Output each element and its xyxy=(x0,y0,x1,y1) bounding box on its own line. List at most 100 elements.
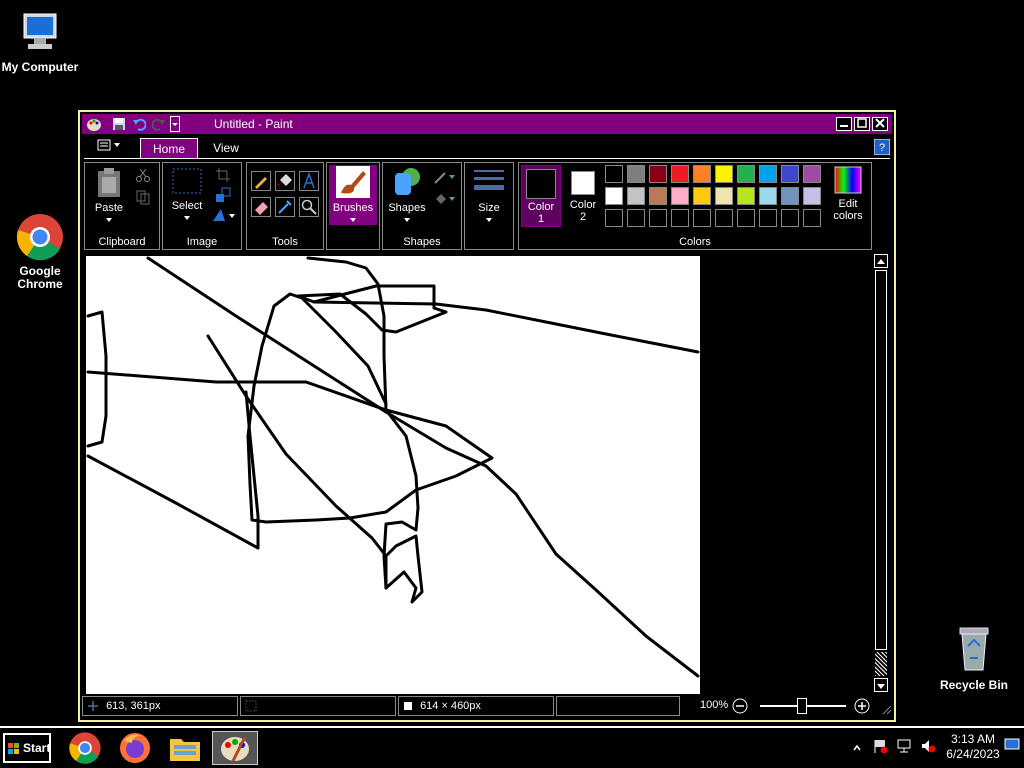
file-size xyxy=(556,696,680,716)
brushes-button[interactable]: Brushes xyxy=(329,165,377,225)
color2-button[interactable]: Color 2 xyxy=(563,165,603,227)
redo-button[interactable] xyxy=(150,115,168,133)
show-desktop-button[interactable] xyxy=(1004,738,1020,757)
palette-custom-slot[interactable] xyxy=(671,209,689,227)
size-button[interactable]: Size xyxy=(469,167,509,226)
taskbar-firefox[interactable] xyxy=(114,731,156,765)
fill-tool[interactable] xyxy=(275,171,295,191)
resize-grip[interactable] xyxy=(880,703,892,718)
start-button[interactable]: Start xyxy=(3,733,51,763)
palette-swatch[interactable] xyxy=(671,187,689,205)
color-picker-tool[interactable] xyxy=(275,197,295,217)
tab-home[interactable]: Home xyxy=(140,138,198,158)
customize-qat-button[interactable] xyxy=(170,116,180,132)
palette-swatch[interactable] xyxy=(759,187,777,205)
eraser-tool[interactable] xyxy=(251,197,271,217)
zoom-slider-thumb[interactable] xyxy=(797,698,807,714)
palette-swatch[interactable] xyxy=(803,187,821,205)
eyedropper-icon xyxy=(278,200,292,214)
cut-button[interactable] xyxy=(135,167,151,188)
fill-icon xyxy=(436,194,455,204)
tray-network[interactable] xyxy=(896,738,912,759)
palette-swatch[interactable] xyxy=(627,187,645,205)
show-hidden-icons-button[interactable] xyxy=(852,740,862,758)
palette-custom-slot[interactable] xyxy=(605,209,623,227)
palette-swatch[interactable] xyxy=(781,187,799,205)
vertical-scrollbar[interactable] xyxy=(874,254,890,694)
taskbar-paint[interactable] xyxy=(212,731,258,765)
drawing-canvas[interactable] xyxy=(86,256,700,694)
palette-swatch[interactable] xyxy=(649,165,667,183)
magnifier-tool[interactable] xyxy=(299,197,319,217)
palette-swatch[interactable] xyxy=(605,165,623,183)
tray-clock[interactable]: 3:13 AM 6/24/2023 xyxy=(940,732,1006,762)
save-button[interactable] xyxy=(110,115,128,133)
palette-custom-slot[interactable] xyxy=(627,209,645,227)
scroll-track[interactable] xyxy=(875,270,887,650)
tab-view[interactable]: View xyxy=(202,138,250,158)
palette-swatch[interactable] xyxy=(737,187,755,205)
paste-button[interactable]: Paste xyxy=(89,167,129,226)
palette-swatch[interactable] xyxy=(671,165,689,183)
close-button[interactable] xyxy=(872,117,888,131)
tray-action-center[interactable] xyxy=(872,738,888,759)
palette-swatch[interactable] xyxy=(715,187,733,205)
outline-button[interactable] xyxy=(433,169,457,190)
file-menu-icon xyxy=(97,139,120,151)
palette-swatch[interactable] xyxy=(649,187,667,205)
edit-colors-button[interactable]: Edit colors xyxy=(825,165,871,222)
desktop-icon-my-computer[interactable]: My Computer xyxy=(0,8,80,74)
undo-button[interactable] xyxy=(130,115,148,133)
eraser-icon xyxy=(255,202,268,215)
group-label: Tools xyxy=(272,236,298,248)
palette-swatch[interactable] xyxy=(737,165,755,183)
taskbar-file-explorer[interactable] xyxy=(164,731,206,765)
palette-custom-slot[interactable] xyxy=(759,209,777,227)
palette-custom-slot[interactable] xyxy=(715,209,733,227)
pencil-tool[interactable] xyxy=(251,171,271,191)
palette-swatch[interactable] xyxy=(781,165,799,183)
chrome-icon xyxy=(69,732,101,764)
tray-volume[interactable] xyxy=(920,738,936,759)
palette-custom-slot[interactable] xyxy=(781,209,799,227)
zoom-in-button[interactable] xyxy=(854,698,870,717)
maximize-button[interactable] xyxy=(854,117,870,131)
desktop-icon-google-chrome[interactable]: Google Chrome xyxy=(0,212,80,291)
zoom-level: 100% xyxy=(700,699,729,711)
palette-custom-slot[interactable] xyxy=(693,209,711,227)
palette-custom-slot[interactable] xyxy=(649,209,667,227)
palette-custom-slot[interactable] xyxy=(803,209,821,227)
color1-button[interactable]: Color 1 xyxy=(521,165,561,227)
crop-button[interactable] xyxy=(215,167,231,188)
copy-button[interactable] xyxy=(135,189,151,210)
zoom-slider[interactable] xyxy=(760,698,846,714)
palette-custom-slot[interactable] xyxy=(737,209,755,227)
resize-button[interactable] xyxy=(215,187,231,208)
title-bar[interactable]: Untitled - Paint xyxy=(82,114,892,134)
palette-swatch[interactable] xyxy=(627,165,645,183)
clock-date: 6/24/2023 xyxy=(946,747,1000,761)
palette-swatch[interactable] xyxy=(693,187,711,205)
file-menu-button[interactable] xyxy=(92,138,126,158)
fill-button[interactable] xyxy=(433,191,457,212)
palette-swatch[interactable] xyxy=(715,165,733,183)
palette-swatch[interactable] xyxy=(803,165,821,183)
zoom-out-button[interactable] xyxy=(732,698,748,717)
text-tool[interactable] xyxy=(299,171,319,191)
palette-swatch[interactable] xyxy=(605,187,623,205)
group-colors: Color 1 Color 2 Edit colors Colors xyxy=(518,162,872,250)
minimize-button[interactable] xyxy=(836,117,852,131)
palette-swatch[interactable] xyxy=(693,165,711,183)
help-button[interactable]: ? xyxy=(873,138,891,156)
rotate-button[interactable] xyxy=(211,207,237,228)
scroll-up-button[interactable] xyxy=(874,254,888,268)
select-button[interactable]: Select xyxy=(167,167,207,224)
desktop-icon-recycle-bin[interactable]: Recycle Bin xyxy=(934,624,1014,692)
resize-icon xyxy=(216,187,231,202)
shapes-button[interactable]: Shapes xyxy=(385,165,429,226)
taskbar-chrome[interactable] xyxy=(64,731,106,765)
palette-swatch[interactable] xyxy=(759,165,777,183)
scroll-down-button[interactable] xyxy=(874,678,888,692)
arrow-down-icon xyxy=(877,684,885,689)
scroll-thumb[interactable] xyxy=(875,652,887,676)
